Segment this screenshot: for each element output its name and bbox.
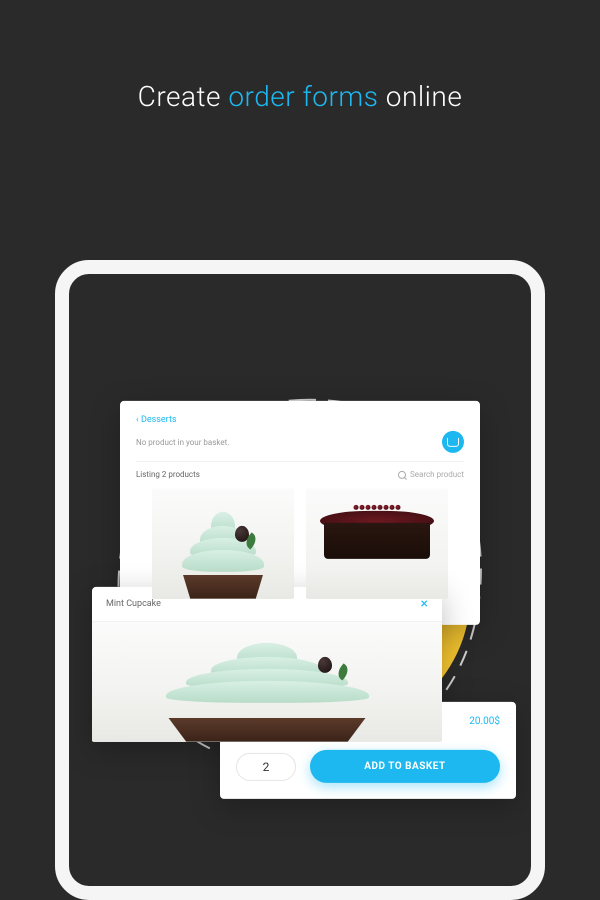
decorative-blob-container: ‹ Desserts No product in your basket. Li… <box>90 370 510 790</box>
product-image-cupcake[interactable] <box>152 489 294 599</box>
search-input[interactable]: Search product <box>398 470 464 479</box>
modal-product-image <box>92 622 442 742</box>
back-link[interactable]: ‹ Desserts <box>136 415 464 425</box>
add-to-basket-button[interactable]: ADD TO BASKET <box>310 750 500 783</box>
product-modal-card: Mint Cupcake × <box>92 587 442 742</box>
tablet-frame: ‹ Desserts No product in your basket. Li… <box>55 260 545 900</box>
listing-count: Listing 2 products <box>136 470 200 479</box>
search-icon <box>398 470 406 478</box>
basket-icon[interactable] <box>442 431 464 453</box>
quantity-stepper[interactable]: 2 <box>236 752 296 780</box>
card-stack: ‹ Desserts No product in your basket. Li… <box>120 401 480 799</box>
modal-product-name: Mint Cupcake <box>106 599 161 609</box>
basket-empty-message: No product in your basket. <box>136 437 229 446</box>
product-image-cake[interactable] <box>306 489 448 599</box>
search-placeholder: Search product <box>410 470 464 479</box>
back-link-label: Desserts <box>141 415 177 425</box>
headline-accent: order forms <box>228 80 378 113</box>
headline-post: online <box>378 80 462 113</box>
page-headline: Create order forms online <box>0 80 600 113</box>
headline-pre: Create <box>138 80 229 113</box>
close-icon[interactable]: × <box>421 597 428 611</box>
